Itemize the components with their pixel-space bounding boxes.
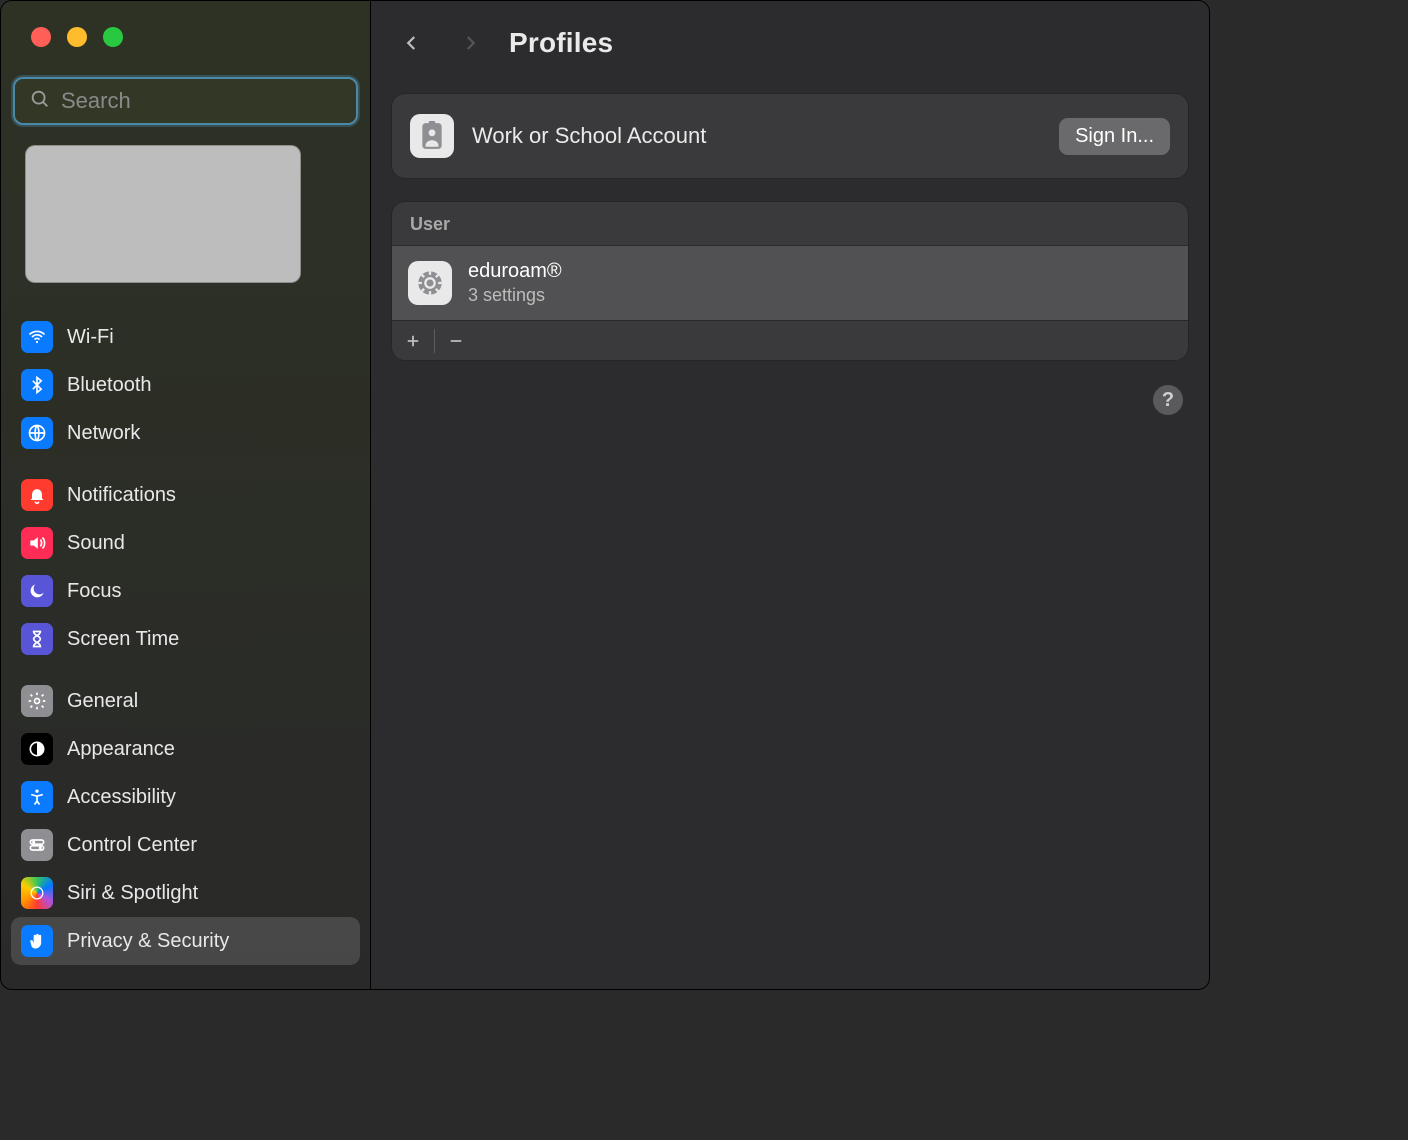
sidebar-item-accessibility[interactable]: Accessibility: [11, 773, 360, 821]
id-badge-icon: [410, 114, 454, 158]
apple-id-card[interactable]: [25, 145, 301, 283]
sidebar-item-sound[interactable]: Sound: [11, 519, 360, 567]
sidebar-item-label: Privacy & Security: [67, 930, 229, 953]
profile-meta: eduroam® 3 settings: [468, 260, 562, 306]
hourglass-icon: [21, 623, 53, 655]
gear-icon: [21, 685, 53, 717]
wifi-icon: [21, 321, 53, 353]
appearance-icon: [21, 733, 53, 765]
page-title: Profiles: [509, 27, 613, 59]
sidebar-item-label: Screen Time: [67, 628, 179, 651]
sidebar-nav: Wi-Fi Bluetooth Network: [1, 293, 370, 965]
sidebar: Wi-Fi Bluetooth Network: [1, 1, 371, 989]
profiles-toolbar: [392, 320, 1188, 360]
window-controls: [1, 9, 370, 65]
search-icon: [29, 88, 51, 115]
help-button[interactable]: ?: [1153, 385, 1183, 415]
sidebar-item-appearance[interactable]: Appearance: [11, 725, 360, 773]
accessibility-icon: [21, 781, 53, 813]
control-center-icon: [21, 829, 53, 861]
sidebar-item-siri[interactable]: Siri & Spotlight: [11, 869, 360, 917]
sidebar-item-label: Wi-Fi: [67, 326, 114, 349]
account-panel: Work or School Account Sign In...: [391, 93, 1189, 179]
profile-subtitle: 3 settings: [468, 285, 562, 306]
moon-icon: [21, 575, 53, 607]
sidebar-item-privacy-security[interactable]: Privacy & Security: [11, 917, 360, 965]
settings-window: Wi-Fi Bluetooth Network: [0, 0, 1210, 990]
sidebar-item-screen-time[interactable]: Screen Time: [11, 615, 360, 663]
sidebar-item-label: Focus: [67, 580, 121, 603]
bluetooth-icon: [21, 369, 53, 401]
sidebar-group-3: General Appearance Accessibility: [11, 677, 360, 965]
minimize-window-button[interactable]: [67, 27, 87, 47]
sidebar-item-label: Appearance: [67, 738, 175, 761]
sidebar-item-label: Network: [67, 422, 140, 445]
profile-name: eduroam®: [468, 260, 562, 283]
nav-arrows: [399, 30, 483, 56]
sidebar-group-1: Wi-Fi Bluetooth Network: [11, 313, 360, 457]
sidebar-item-label: Accessibility: [67, 786, 176, 809]
network-icon: [21, 417, 53, 449]
back-button[interactable]: [399, 30, 425, 56]
hand-icon: [21, 925, 53, 957]
sidebar-item-label: Siri & Spotlight: [67, 882, 198, 905]
account-title: Work or School Account: [472, 123, 1041, 149]
search-field[interactable]: [13, 77, 358, 125]
add-profile-button[interactable]: [392, 321, 434, 361]
content-area: Profiles Work or School Account Sign In.…: [371, 1, 1209, 989]
search-input[interactable]: [61, 88, 349, 114]
forward-button[interactable]: [457, 30, 483, 56]
profiles-section-header: User: [392, 202, 1188, 246]
content-header: Profiles: [371, 1, 1209, 85]
profile-row[interactable]: eduroam® 3 settings: [392, 246, 1188, 320]
sidebar-item-network[interactable]: Network: [11, 409, 360, 457]
sidebar-item-label: General: [67, 690, 138, 713]
sidebar-group-2: Notifications Sound Focus: [11, 471, 360, 663]
profile-gear-icon: [408, 261, 452, 305]
siri-icon: [21, 877, 53, 909]
sidebar-item-label: Sound: [67, 532, 125, 555]
sidebar-item-notifications[interactable]: Notifications: [11, 471, 360, 519]
sidebar-item-focus[interactable]: Focus: [11, 567, 360, 615]
close-window-button[interactable]: [31, 27, 51, 47]
remove-profile-button[interactable]: [435, 321, 477, 361]
help-row: ?: [391, 385, 1189, 415]
zoom-window-button[interactable]: [103, 27, 123, 47]
sidebar-item-wifi[interactable]: Wi-Fi: [11, 313, 360, 361]
sidebar-item-label: Bluetooth: [67, 374, 152, 397]
search-container: [13, 77, 358, 125]
sidebar-item-general[interactable]: General: [11, 677, 360, 725]
sidebar-item-bluetooth[interactable]: Bluetooth: [11, 361, 360, 409]
sound-icon: [21, 527, 53, 559]
account-row: Work or School Account Sign In...: [392, 94, 1188, 178]
sidebar-item-label: Control Center: [67, 834, 197, 857]
sidebar-item-label: Notifications: [67, 484, 176, 507]
bell-icon: [21, 479, 53, 511]
profiles-panel: User: [391, 201, 1189, 361]
panels: Work or School Account Sign In... User: [371, 85, 1209, 415]
sign-in-button[interactable]: Sign In...: [1059, 118, 1170, 155]
sidebar-item-control-center[interactable]: Control Center: [11, 821, 360, 869]
